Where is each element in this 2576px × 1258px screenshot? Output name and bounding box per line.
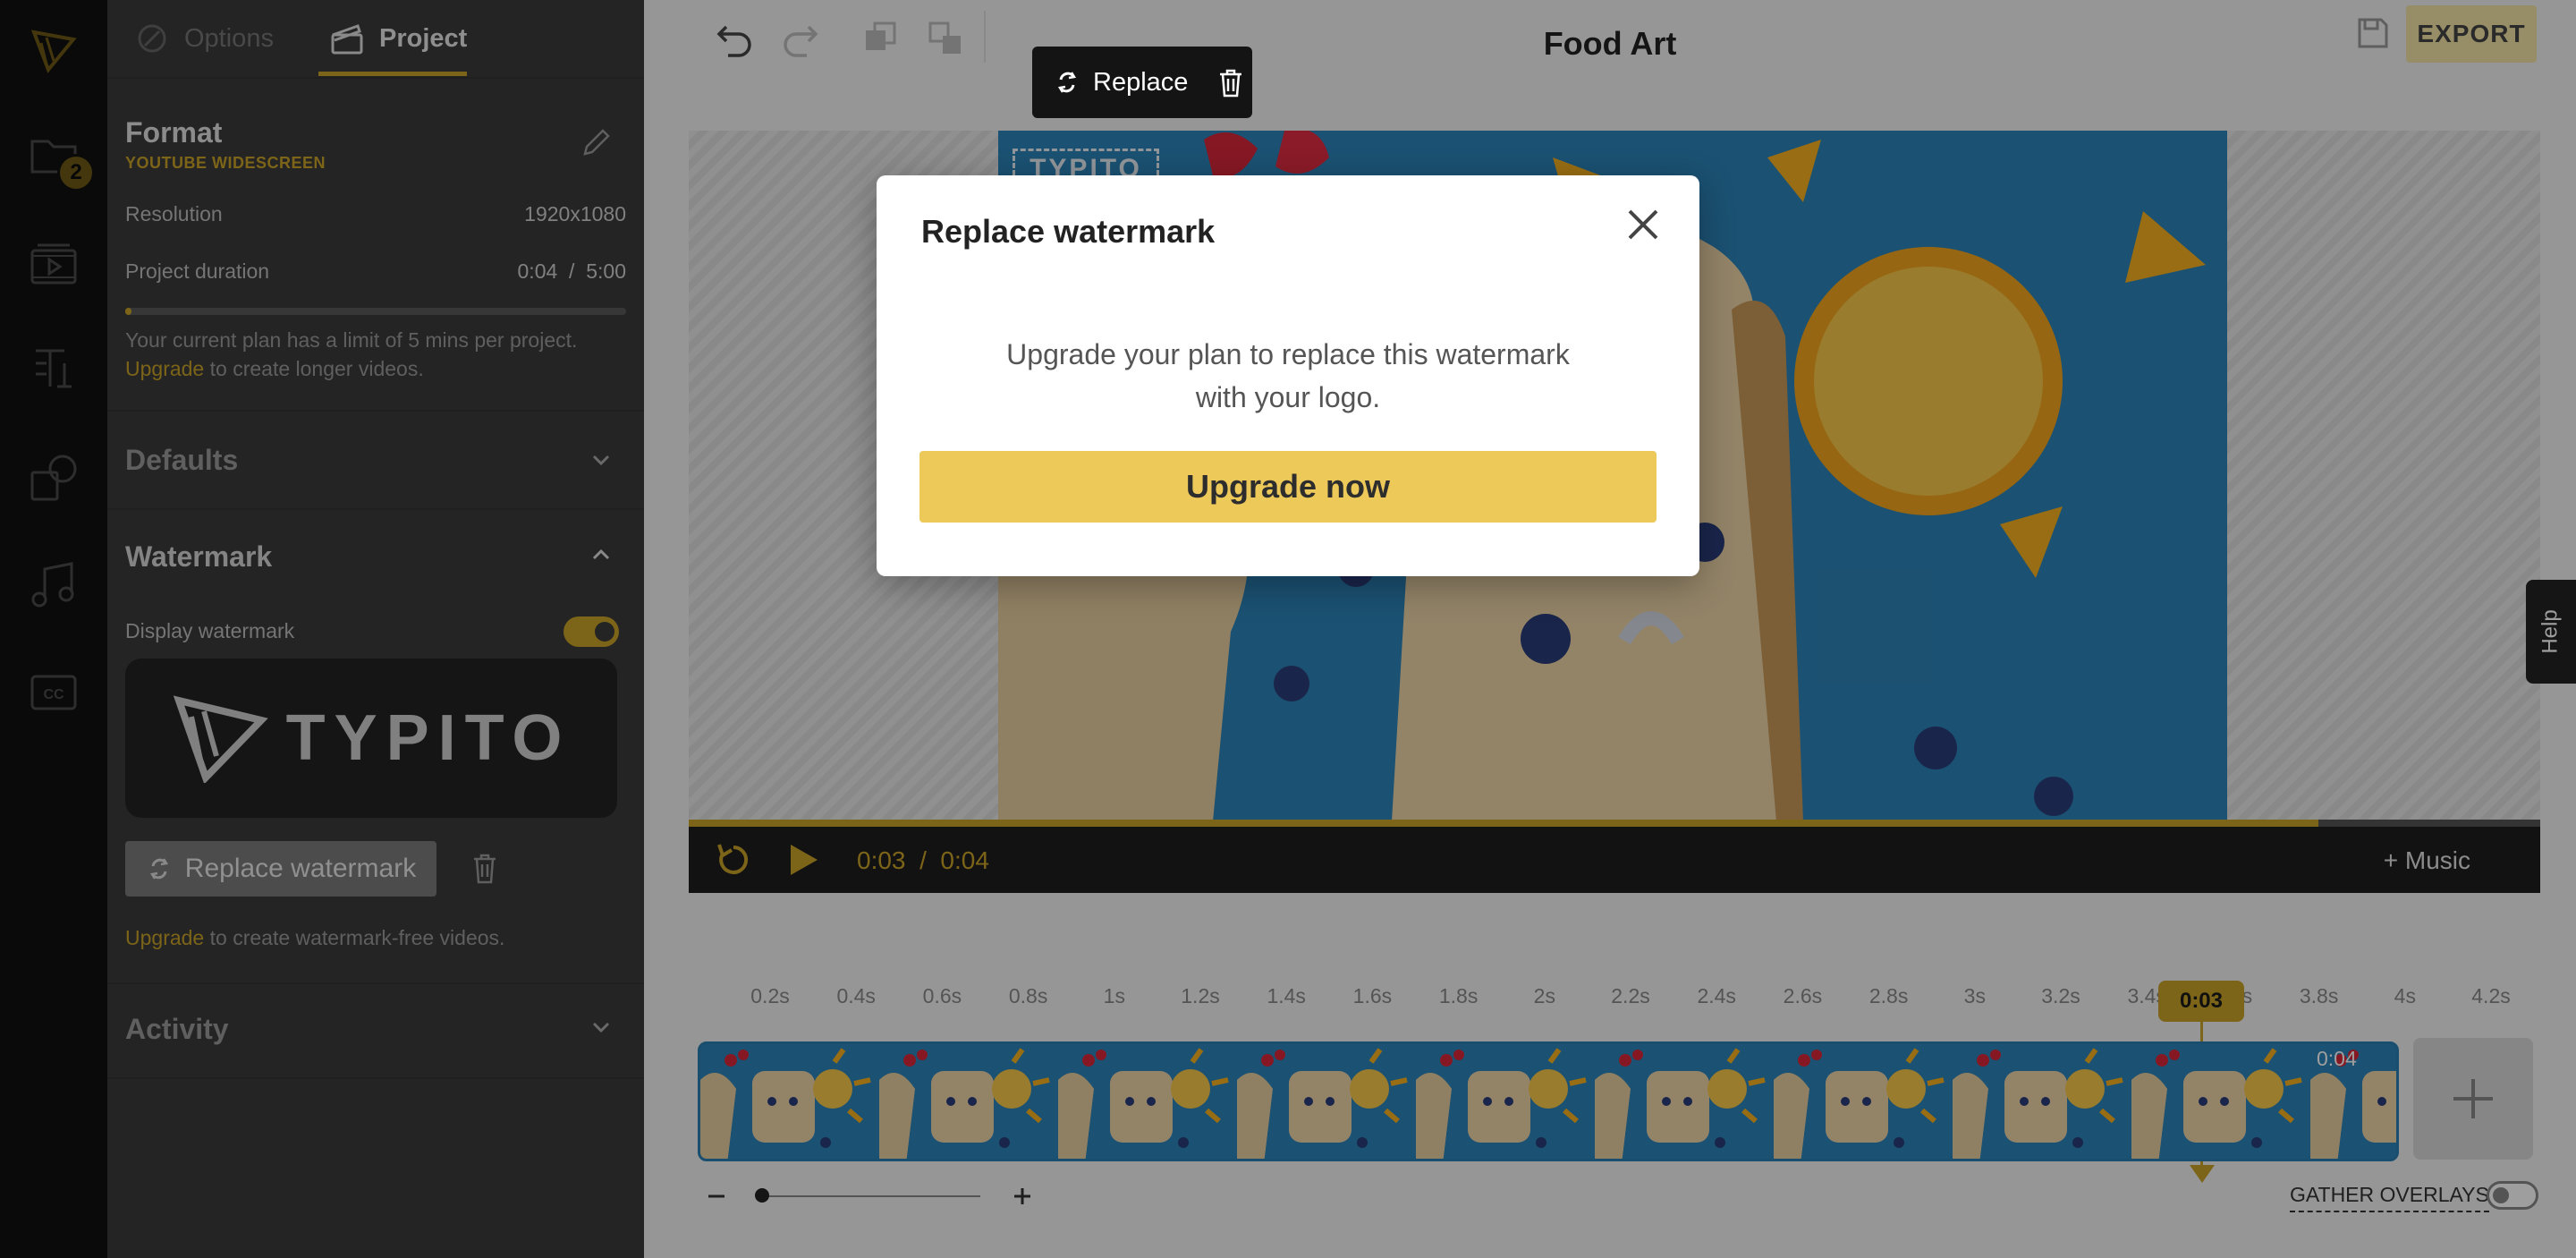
replace-watermark-dialog: Replace watermark Upgrade your plan to r… bbox=[877, 175, 1699, 576]
swap-icon bbox=[1057, 72, 1077, 93]
dialog-title: Replace watermark bbox=[921, 213, 1216, 250]
replace-label: Replace bbox=[1093, 67, 1189, 97]
dialog-message: Upgrade your plan to replace this waterm… bbox=[1006, 338, 1570, 413]
trash-icon[interactable] bbox=[1213, 64, 1249, 100]
replace-toolbar[interactable]: Replace bbox=[1032, 47, 1252, 118]
close-icon[interactable] bbox=[1621, 202, 1665, 247]
upgrade-now-button[interactable]: Upgrade now bbox=[919, 451, 1657, 523]
rail-backdrop bbox=[0, 0, 107, 1258]
